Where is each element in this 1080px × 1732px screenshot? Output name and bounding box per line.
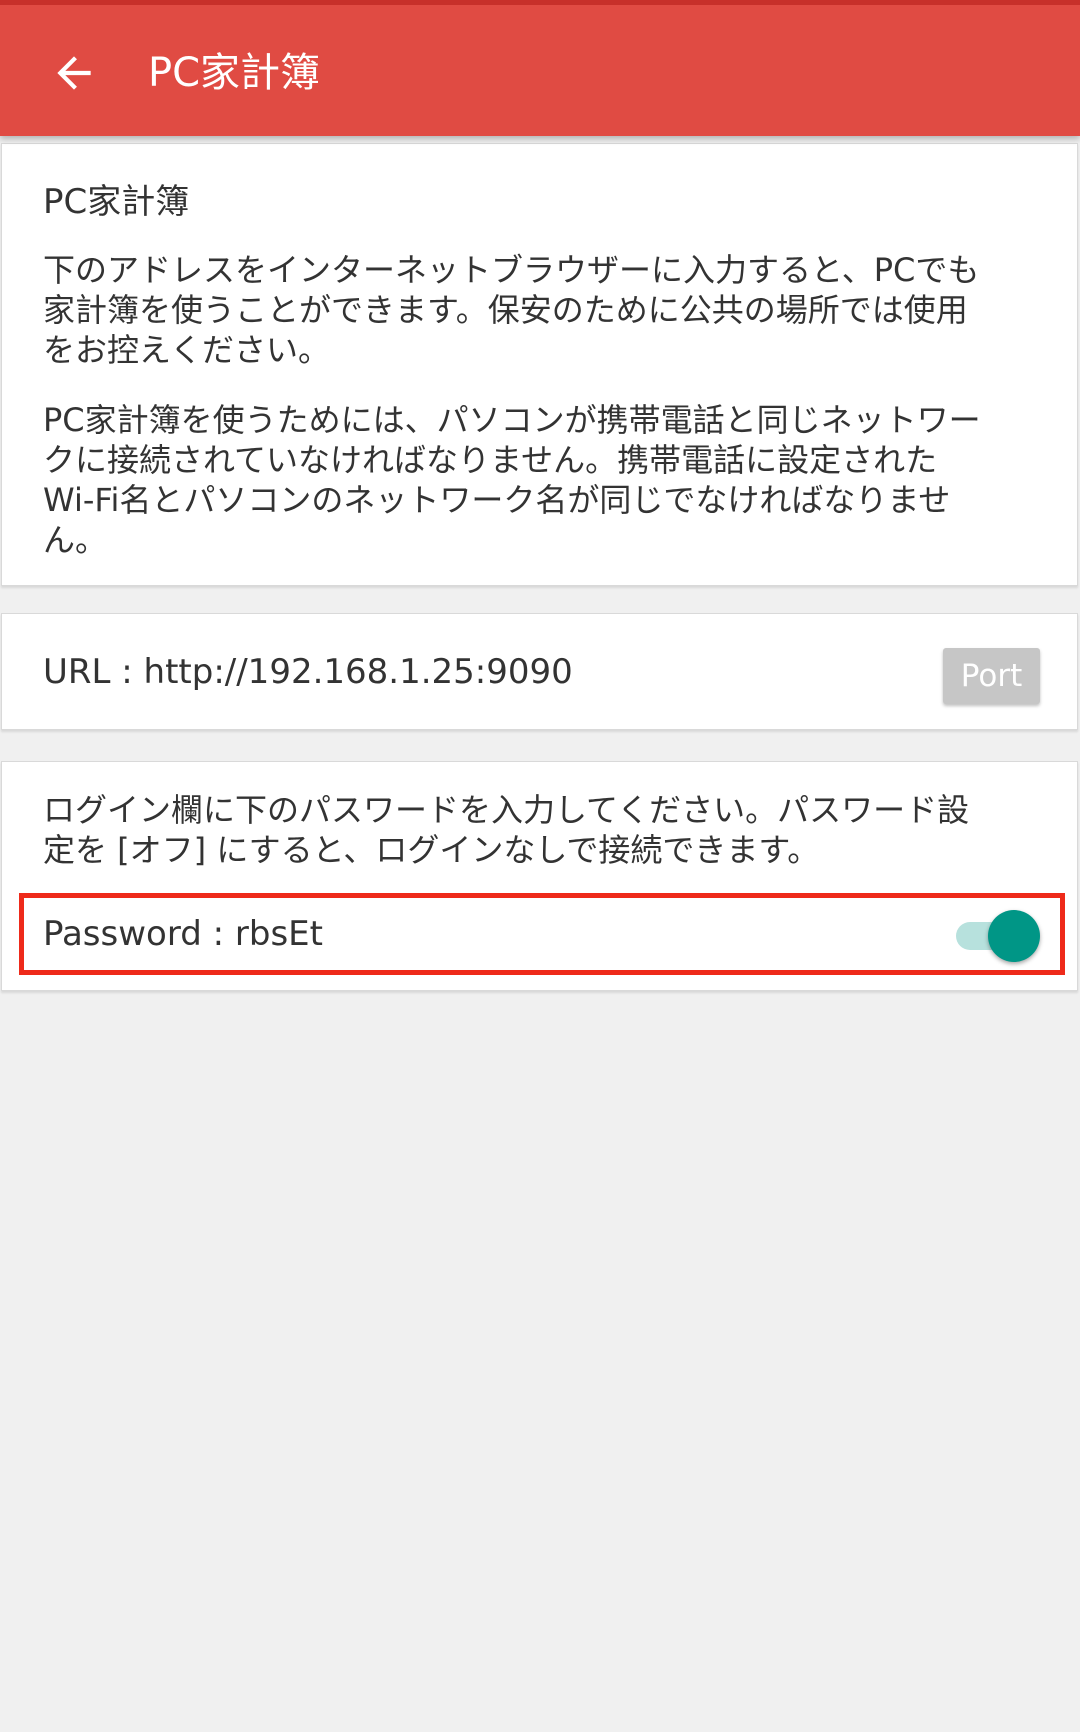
port-button[interactable]: Port bbox=[943, 648, 1040, 704]
password-toggle-thumb bbox=[988, 910, 1040, 962]
info-paragraph-1: 下のアドレスをインターネットブラウザーに入力すると、PCでも 家計簿を使うことが… bbox=[43, 250, 1043, 370]
info-paragraph-1-line: をお控えください。 bbox=[43, 331, 331, 369]
password-card: ログイン欄に下のパスワードを入力してください。パスワード設 定を [オフ] にす… bbox=[1, 761, 1078, 991]
info-paragraph-2-line: ん。 bbox=[43, 521, 108, 559]
page-title: PC家計簿 bbox=[148, 50, 321, 96]
info-paragraph-2-line: クに接続されていなければなりません。携帯電話に設定された bbox=[43, 441, 938, 479]
back-button[interactable] bbox=[36, 35, 112, 111]
password-description: ログイン欄に下のパスワードを入力してください。パスワード設 定を [オフ] にす… bbox=[43, 790, 1043, 870]
app-bar: PC家計簿 bbox=[0, 0, 1080, 136]
password-description-line: ログイン欄に下のパスワードを入力してください。パスワード設 bbox=[43, 791, 970, 829]
info-paragraph-2: PC家計簿を使うためには、パソコンが携帯電話と同じネットワー クに接続されていな… bbox=[43, 400, 1043, 560]
url-card: URL : http://192.168.1.25:9090 Port bbox=[1, 613, 1078, 730]
info-paragraph-1-line: 家計簿を使うことができます。保安のために公共の場所では使用 bbox=[43, 291, 968, 329]
info-paragraph-2-line: PC家計簿を使うためには、パソコンが携帯電話と同じネットワー bbox=[43, 401, 981, 439]
info-title: PC家計簿 bbox=[43, 182, 190, 222]
password-label: Password : rbsEt bbox=[43, 914, 323, 954]
info-paragraph-2-line: Wi-Fi名とパソコンのネットワーク名が同じでなければなりませ bbox=[43, 481, 951, 519]
arrow-left-icon bbox=[57, 56, 91, 90]
info-card: PC家計簿 下のアドレスをインターネットブラウザーに入力すると、PCでも 家計簿… bbox=[1, 143, 1078, 586]
url-text: URL : http://192.168.1.25:9090 bbox=[43, 652, 573, 692]
password-description-line: 定を [オフ] にすると、ログインなしで接続できます。 bbox=[43, 831, 820, 869]
info-paragraph-1-line: 下のアドレスをインターネットブラウザーに入力すると、PCでも bbox=[43, 251, 980, 289]
password-toggle[interactable] bbox=[956, 908, 1042, 964]
